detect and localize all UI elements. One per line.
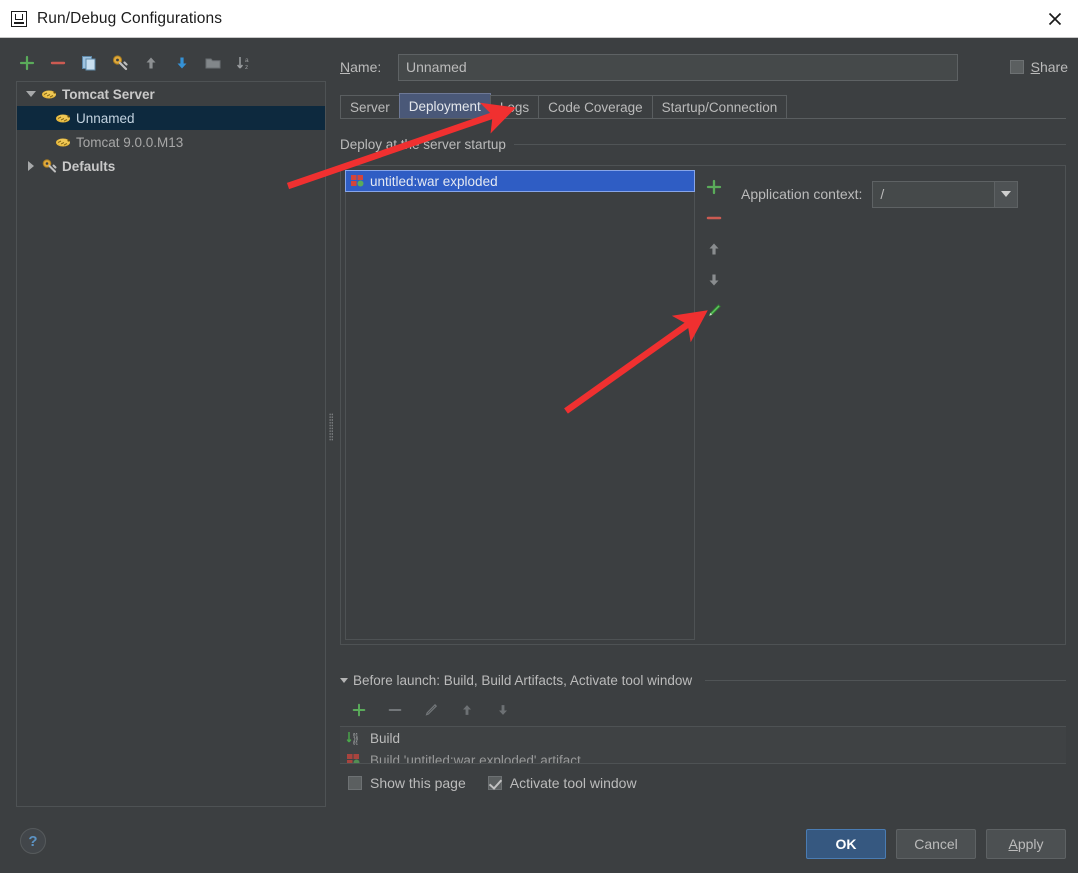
svg-text:a: a: [245, 57, 249, 64]
gear-wrench-icon[interactable]: [109, 52, 131, 74]
edit-artifact-button[interactable]: [703, 300, 725, 322]
cancel-button[interactable]: Cancel: [896, 829, 976, 859]
before-launch-toolbar: [348, 698, 514, 722]
table-row-label: Build 'untitled:war exploded' artifact: [370, 752, 581, 764]
application-context-combo[interactable]: /: [872, 180, 1019, 208]
table-row-label: Build: [370, 730, 401, 746]
tree-item-label: Tomcat Server: [62, 86, 155, 102]
tab-server[interactable]: Server: [340, 95, 400, 119]
name-row: Name: Unnamed: [340, 53, 1066, 81]
table-row[interactable]: 01 10 01 Build: [340, 727, 1066, 749]
name-label: Name:: [340, 59, 382, 75]
tree-item-label: Tomcat 9.0.0.M13: [76, 134, 184, 150]
add-configuration-button[interactable]: [16, 52, 38, 74]
tab-deployment[interactable]: Deployment: [398, 93, 491, 119]
configuration-tabs[interactable]: Server Deployment Logs Code Coverage Sta…: [340, 93, 1066, 119]
checkbox-box[interactable]: [348, 776, 362, 790]
artifact-icon: [350, 174, 365, 188]
deploy-section-title: Deploy at the server startup: [340, 136, 506, 152]
sort-az-icon[interactable]: a z: [233, 52, 255, 74]
share-checkbox-box[interactable]: [1009, 60, 1024, 74]
activate-tool-window-label: Activate tool window: [509, 775, 637, 791]
share-checkbox[interactable]: Share: [1009, 53, 1068, 81]
list-item-label: untitled:war exploded: [370, 173, 498, 189]
window-titlebar: Run/Debug Configurations: [0, 0, 1078, 38]
gear-wrench-icon: [41, 158, 58, 174]
move-artifact-down-button[interactable]: [703, 269, 725, 291]
move-up-button[interactable]: [140, 52, 162, 74]
dialog-body: a z Tomcat Server Unnamed Tomcat 9.0.0.M…: [0, 38, 1078, 873]
add-task-button[interactable]: [348, 699, 370, 721]
tree-item-label: Unnamed: [76, 110, 135, 126]
application-context-row: Application context: /: [741, 180, 1019, 208]
help-button[interactable]: ?: [20, 828, 46, 854]
move-down-button[interactable]: [171, 52, 193, 74]
ok-button[interactable]: OK: [806, 829, 886, 859]
tab-logs[interactable]: Logs: [489, 95, 540, 119]
tree-item-tomcat-9[interactable]: Tomcat 9.0.0.M13: [17, 130, 325, 154]
configurations-toolbar: a z: [16, 49, 255, 77]
collapse-arrow-icon[interactable]: [23, 158, 39, 174]
svg-text:01: 01: [353, 740, 359, 745]
close-icon[interactable]: [1032, 0, 1078, 37]
tab-code-coverage[interactable]: Code Coverage: [538, 95, 653, 119]
checkbox-box[interactable]: [487, 776, 502, 790]
list-item[interactable]: untitled:war exploded: [345, 170, 695, 192]
tree-item-unnamed[interactable]: Unnamed: [17, 106, 325, 130]
section-divider: [513, 143, 1066, 145]
splitter-grip[interactable]: [329, 413, 333, 441]
configurations-pane: a z Tomcat Server Unnamed Tomcat 9.0.0.M…: [8, 43, 326, 811]
before-launch-checkboxes: Show this page Activate tool window: [348, 771, 637, 795]
tree-item-tomcat-server[interactable]: Tomcat Server: [17, 82, 325, 106]
deployment-panel: untitled:war exploded Application contex…: [340, 165, 1066, 645]
tab-underline: [340, 118, 1066, 119]
tomcat-icon: [55, 110, 72, 126]
before-launch-header[interactable]: Before launch: Build, Build Artifacts, A…: [340, 671, 1066, 689]
share-label: Share: [1030, 59, 1068, 75]
tree-item-label: Defaults: [62, 158, 116, 174]
expand-arrow-icon[interactable]: [23, 86, 39, 102]
deploy-section-header: Deploy at the server startup: [340, 135, 1066, 153]
remove-artifact-button[interactable]: [703, 207, 725, 229]
move-artifact-up-button[interactable]: [703, 238, 725, 260]
deployment-list[interactable]: untitled:war exploded: [345, 170, 695, 640]
folder-icon[interactable]: [202, 52, 224, 74]
application-context-value[interactable]: /: [873, 186, 994, 202]
configurations-tree[interactable]: Tomcat Server Unnamed Tomcat 9.0.0.M13 D…: [16, 81, 326, 807]
tomcat-icon: [55, 134, 72, 150]
svg-text:z: z: [245, 64, 248, 71]
deployment-side-buttons: [697, 170, 731, 640]
activate-tool-window-checkbox[interactable]: Activate tool window: [487, 775, 637, 791]
tomcat-icon: [41, 86, 58, 102]
build-icon: 01 10 01: [346, 731, 363, 746]
expand-arrow-icon[interactable]: [340, 677, 348, 683]
show-this-page-label: Show this page: [370, 775, 466, 791]
edit-task-button[interactable]: [420, 699, 442, 721]
copy-configuration-button[interactable]: [78, 52, 100, 74]
artifact-icon: [346, 753, 363, 763]
remove-task-button[interactable]: [384, 699, 406, 721]
window-title: Run/Debug Configurations: [37, 9, 223, 27]
section-divider: [705, 679, 1066, 681]
move-task-down-button[interactable]: [492, 699, 514, 721]
show-this-page-checkbox[interactable]: Show this page: [348, 775, 466, 791]
apply-button[interactable]: Apply: [986, 829, 1066, 859]
application-context-label: Application context:: [741, 186, 863, 202]
help-label: ?: [28, 832, 38, 850]
add-artifact-button[interactable]: [703, 176, 725, 198]
chevron-down-icon[interactable]: [994, 181, 1018, 207]
tab-startup-connection[interactable]: Startup/Connection: [651, 95, 788, 119]
remove-configuration-button[interactable]: [47, 52, 69, 74]
table-row[interactable]: Build 'untitled:war exploded' artifact: [340, 749, 1066, 764]
pane-splitter[interactable]: [326, 43, 338, 811]
move-task-up-button[interactable]: [456, 699, 478, 721]
dialog-buttons: OK Cancel Apply: [806, 829, 1066, 859]
name-input[interactable]: Unnamed: [398, 53, 958, 81]
intellij-idea-icon: [11, 10, 27, 27]
configuration-editor-pane: Name: Unnamed Share Server Deployment Lo…: [338, 43, 1070, 811]
before-launch-task-list[interactable]: 01 10 01 Build Build 'untitled:war explo…: [340, 726, 1066, 764]
before-launch-title: Before launch: Build, Build Artifacts, A…: [353, 672, 693, 688]
tree-item-defaults[interactable]: Defaults: [17, 154, 325, 178]
